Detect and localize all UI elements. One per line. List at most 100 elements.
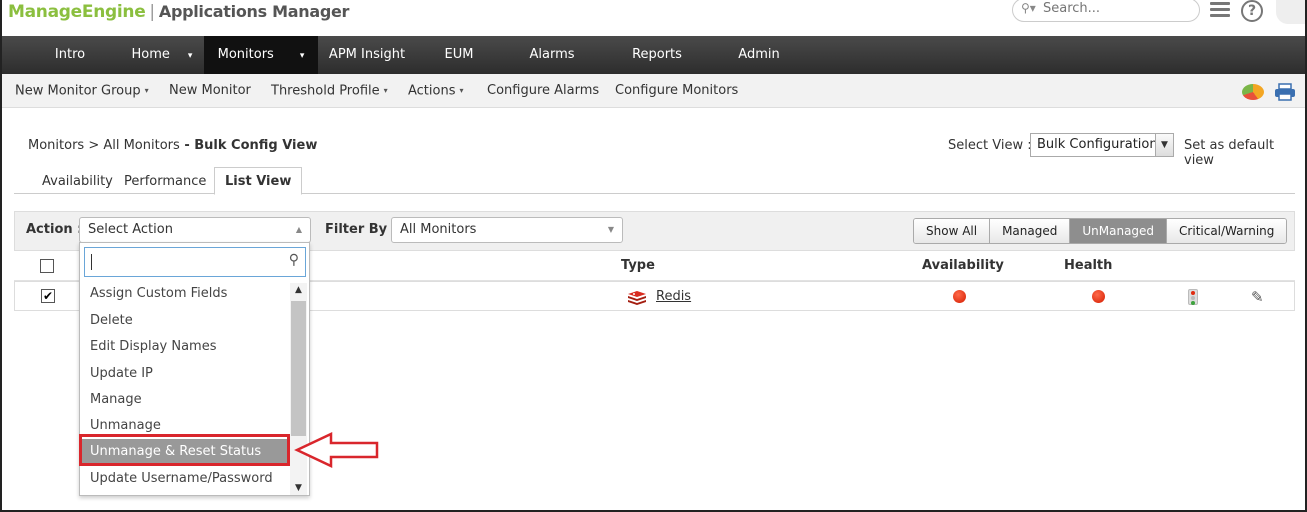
health-column-header[interactable]: Health — [1064, 258, 1112, 273]
sub-item-label: Threshold Profile — [271, 83, 380, 99]
nav-item-label: Monitors — [217, 47, 274, 62]
critical-warning-button[interactable]: Critical/Warning — [1167, 219, 1287, 243]
filter-select[interactable]: All Monitors ▼ — [391, 217, 623, 243]
tab-availability[interactable]: Availability — [40, 171, 115, 194]
new-monitor-group-menu[interactable]: New Monitor Group ▾ — [15, 74, 149, 108]
nav-item-admin[interactable]: Admin — [728, 36, 790, 74]
breadcrumb: Monitors > All Monitors - Bulk Config Vi… — [28, 138, 317, 153]
search-icon: ⚲ — [288, 252, 299, 268]
monitor-type-link[interactable]: Redis — [656, 289, 691, 304]
search-icon: ⚲▾ — [1021, 1, 1036, 15]
chevron-down-icon[interactable]: ▼ — [290, 483, 307, 493]
chevron-down-icon: ▾ — [459, 86, 464, 95]
chevron-down-icon[interactable]: ▾ — [188, 51, 193, 61]
sub-item-label: Actions — [408, 83, 456, 99]
nav-item-label: Intro — [54, 47, 86, 62]
option-delete[interactable]: Delete — [80, 308, 290, 334]
chevron-down-icon[interactable]: ▼ — [1155, 134, 1173, 156]
unmanaged-button[interactable]: UnManaged — [1070, 219, 1168, 243]
sub-item-label: New Monitor — [169, 83, 251, 98]
app-title: Applications Manager — [158, 2, 350, 21]
annotation-arrow-icon — [294, 432, 379, 468]
availability-status-icon[interactable] — [953, 290, 966, 303]
logo-manage-text: Manage — [8, 2, 82, 22]
action-select-value: Select Action — [88, 222, 173, 237]
nav-item-label: APM Insight — [328, 47, 406, 62]
managed-button[interactable]: Managed — [990, 219, 1071, 243]
nav-item-label: Reports — [632, 47, 682, 62]
tab-performance[interactable]: Performance — [122, 171, 208, 194]
sub-item-label: New Monitor Group — [15, 83, 141, 99]
nav-item-intro[interactable]: Intro — [40, 36, 100, 74]
logo-separator: | — [149, 2, 155, 22]
nav-item-home[interactable]: Home ▾ — [120, 36, 204, 74]
logo[interactable]: ManageEngine | Applications Manager — [8, 2, 349, 22]
set-default-view-link[interactable]: Set as default view — [1184, 138, 1307, 168]
nav-item-alarms[interactable]: Alarms — [520, 36, 584, 74]
nav-item-label: Admin — [738, 47, 780, 62]
global-search[interactable]: ⚲▾ — [1012, 0, 1200, 22]
redis-icon — [628, 291, 646, 305]
option-manage[interactable]: Manage — [80, 387, 290, 413]
option-unmanage-reset-status[interactable]: Unmanage & Reset Status — [80, 439, 290, 465]
breadcrumb-path[interactable]: Monitors > All Monitors — [28, 138, 180, 153]
edit-pencil-icon[interactable]: ✎ — [1251, 288, 1264, 306]
nav-item-label: EUM — [444, 47, 474, 62]
chevron-down-icon: ▾ — [144, 86, 149, 95]
chevron-down-icon[interactable]: ▾ — [300, 51, 305, 61]
breadcrumb-current: - Bulk Config View — [179, 138, 318, 153]
show-all-button[interactable]: Show All — [914, 219, 991, 243]
configure-alarms-link[interactable]: Configure Alarms — [487, 74, 599, 108]
option-update-ip[interactable]: Update IP — [80, 361, 290, 387]
view-select[interactable]: Bulk Configuration ▼ — [1030, 133, 1174, 157]
sub-item-label: Configure Monitors — [615, 83, 739, 98]
sub-item-label: Configure Alarms — [487, 83, 600, 98]
nav-item-label: Alarms — [529, 47, 575, 62]
view-select-value: Bulk Configuration — [1037, 137, 1158, 152]
option-assign-custom-fields[interactable]: Assign Custom Fields — [80, 281, 290, 307]
chevron-down-icon: ▼ — [607, 225, 614, 234]
traffic-light-icon[interactable] — [1188, 289, 1198, 305]
option-unmanage[interactable]: Unmanage — [80, 413, 290, 439]
nav-item-reports[interactable]: Reports — [620, 36, 694, 74]
new-monitor-link[interactable]: New Monitor — [169, 74, 251, 108]
app-header: ManageEngine|Applications Manager ⚲▾ ? — [0, 0, 1307, 36]
availability-column-header[interactable]: Availability — [922, 258, 1004, 273]
option-edit-display-names[interactable]: Edit Display Names — [80, 334, 290, 360]
select-all-checkbox[interactable] — [40, 259, 54, 273]
pie-chart-icon[interactable] — [1242, 84, 1264, 100]
logo-engine-text: Engine — [81, 2, 146, 22]
main-nav: Intro Home ▾ Monitors ▾ APM Insight EUM Al… — [2, 36, 1305, 74]
view-tabs: Availability Performance List View — [14, 167, 1295, 195]
chevron-up-icon: ▲ — [295, 225, 302, 234]
hamburger-menu-icon[interactable] — [1210, 2, 1230, 18]
help-icon[interactable]: ? — [1241, 0, 1263, 22]
sub-toolbar: New Monitor Group ▾ New Monitor Threshold… — [2, 74, 1305, 108]
filter-label: Filter By : — [325, 222, 397, 237]
action-dropdown-panel: ⚲ Assign Custom Fields Delete Edit Displ… — [79, 242, 310, 496]
avatar[interactable] — [1276, 0, 1306, 24]
scrollbar-thumb[interactable] — [291, 301, 306, 436]
chevron-up-icon[interactable]: ▲ — [290, 285, 307, 295]
type-column-header[interactable]: Type — [621, 258, 655, 273]
configure-monitors-link[interactable]: Configure Monitors — [615, 74, 738, 108]
status-filter-group: Show All Managed UnManaged Critical/Warn… — [913, 218, 1288, 244]
text-cursor — [91, 254, 92, 270]
dropdown-search-input[interactable]: ⚲ — [84, 247, 306, 277]
tab-list-view[interactable]: List View — [214, 167, 303, 195]
printer-icon[interactable] — [1274, 83, 1296, 101]
action-select[interactable]: Select Action ▲ — [79, 217, 311, 243]
filter-select-value: All Monitors — [400, 222, 477, 237]
nav-item-eum[interactable]: EUM — [432, 36, 486, 74]
nav-item-label: Home — [131, 47, 170, 62]
nav-item-apm-insight[interactable]: APM Insight — [322, 36, 412, 74]
action-label: Action : — [26, 222, 83, 237]
threshold-profile-menu[interactable]: Threshold Profile ▾ — [271, 74, 388, 108]
row-checkbox[interactable]: ✔ — [41, 289, 55, 303]
chevron-down-icon: ▾ — [383, 86, 388, 95]
actions-menu[interactable]: Actions ▾ — [408, 74, 464, 108]
nav-item-monitors[interactable]: Monitors ▾ — [204, 36, 318, 74]
option-update-username-password[interactable]: Update Username/Password — [80, 466, 290, 492]
search-input[interactable] — [1043, 1, 1193, 16]
health-status-icon[interactable] — [1092, 290, 1105, 303]
